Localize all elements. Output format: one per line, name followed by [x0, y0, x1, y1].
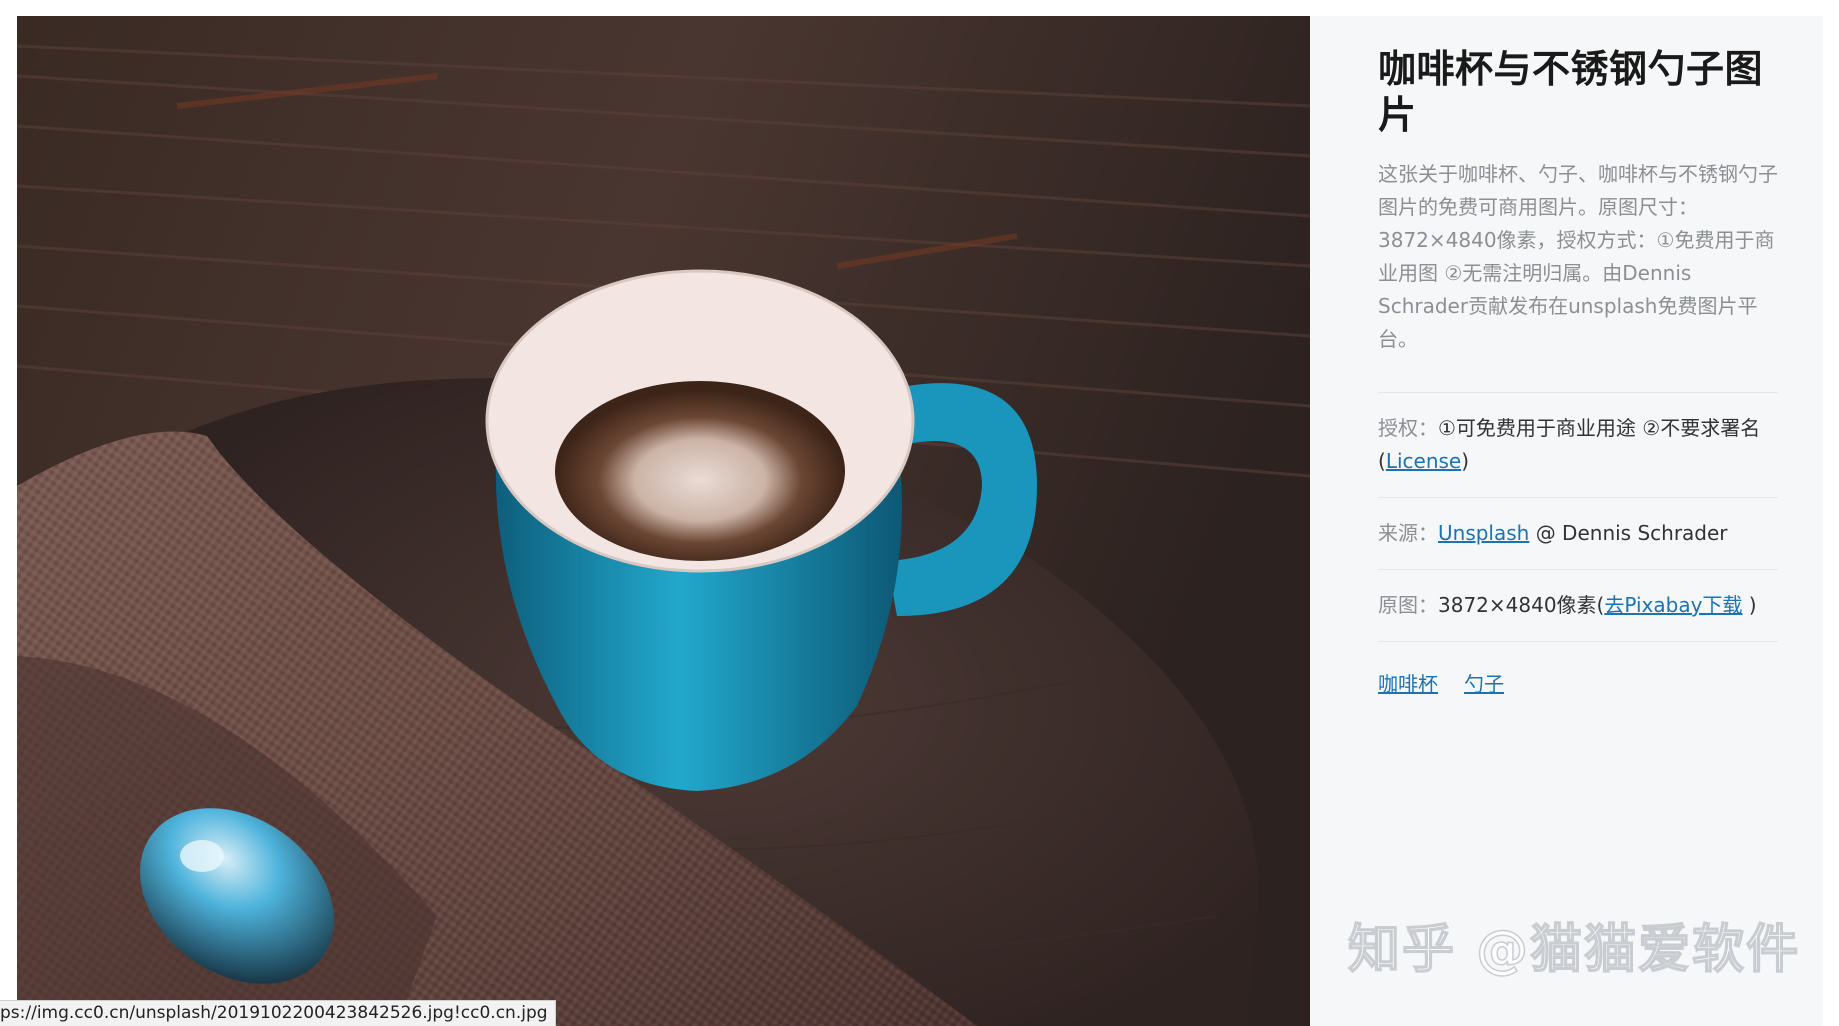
unsplash-link[interactable]: Unsplash: [1438, 521, 1529, 545]
original-row: 原图：3872×4840像素(去Pixabay下载 ): [1378, 570, 1778, 641]
source-label: 来源：: [1378, 521, 1438, 545]
license-row: 授权：①可免费用于商业用途 ②不要求署名 (License): [1378, 393, 1778, 497]
coffee-cup-photo[interactable]: [17, 16, 1310, 1026]
zhihu-watermark: 知乎 @猫猫爱软件: [1347, 919, 1801, 981]
source-row: 来源：Unsplash @ Dennis Schrader: [1378, 498, 1778, 569]
license-close: ): [1461, 449, 1470, 473]
tag-list: 咖啡杯 勺子: [1378, 642, 1778, 697]
tag-link[interactable]: 咖啡杯: [1378, 672, 1438, 696]
license-label: 授权：: [1378, 416, 1438, 440]
original-label: 原图：: [1378, 593, 1438, 617]
image-info-panel: 咖啡杯与不锈钢勺子图片 这张关于咖啡杯、勺子、咖啡杯与不锈钢勺子图片的免费可商用…: [1310, 16, 1823, 1026]
source-author: @ Dennis Schrader: [1529, 521, 1728, 545]
original-close: ): [1742, 593, 1757, 617]
image-description: 这张关于咖啡杯、勺子、咖啡杯与不锈钢勺子图片的免费可商用图片。原图尺寸：3872…: [1378, 162, 1778, 351]
license-link[interactable]: License: [1386, 449, 1461, 473]
photo-illustration: [17, 16, 1310, 1026]
page-title: 咖啡杯与不锈钢勺子图片: [1378, 47, 1764, 137]
pixabay-download-link[interactable]: 去Pixabay下载: [1604, 593, 1742, 617]
tag-link[interactable]: 勺子: [1464, 672, 1504, 696]
page: 咖啡杯与不锈钢勺子图片 这张关于咖啡杯、勺子、咖啡杯与不锈钢勺子图片的免费可商用…: [0, 0, 1839, 1026]
status-bar-url: ps://img.cc0.cn/unsplash/201910220042384…: [0, 1000, 556, 1026]
original-size: 3872×4840像素(: [1438, 593, 1605, 617]
